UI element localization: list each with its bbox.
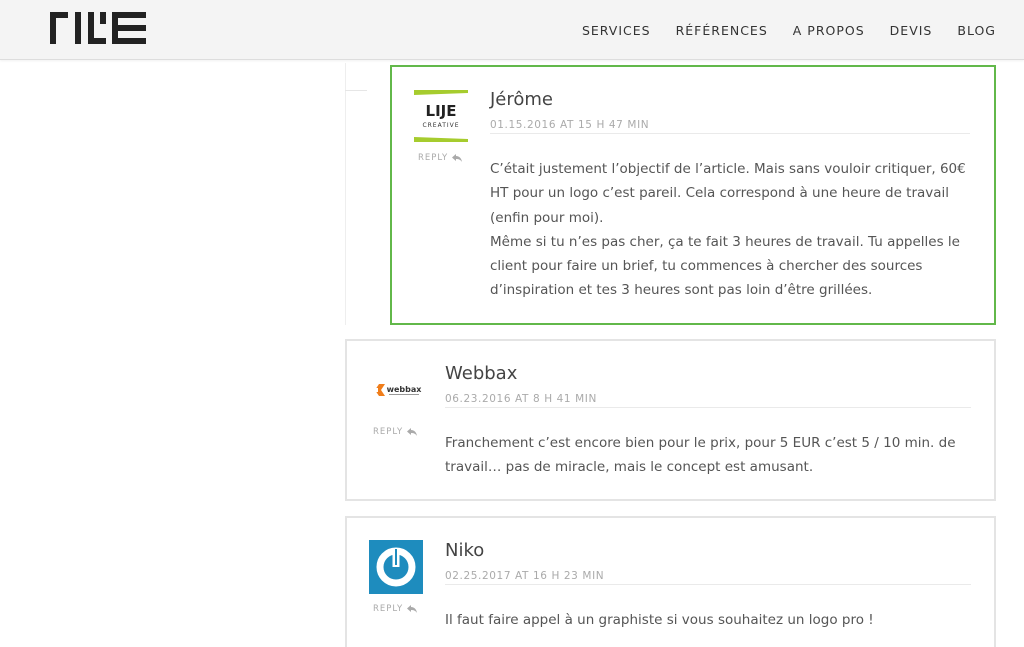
nav-item-devis[interactable]: DEVIS [890,23,933,38]
reply-link[interactable]: REPLY [418,153,463,163]
lije-creative-avatar-icon: LIJE CREATIVE [414,89,468,143]
site-header: SERVICES RÉFÉRENCES A PROPOS DEVIS BLOG [0,0,1024,60]
comment-line: Franchement c’est encore bien pour le pr… [445,435,956,451]
nav-item-references[interactable]: RÉFÉRENCES [676,23,768,38]
comment-divider [490,133,970,134]
comment-divider [445,407,971,408]
reply-label: REPLY [373,427,404,437]
comment-line: HT pour un logo c’est pareil. Cela corre… [490,185,950,202]
thread-connector [345,90,367,91]
comment-author: Webbax [445,363,518,384]
comment-webbax: webbax REPLY Webbax 06.23.2016 AT 8 H 41… [345,339,996,501]
comment-line: client pour faire un brief, tu commences… [490,258,923,275]
reply-arrow-icon [407,428,418,436]
reply-link[interactable]: REPLY [373,604,418,614]
avatar-logo-text: webbax [387,385,423,394]
avatar: webbax [369,363,423,417]
avatar-logo-text: LIJE [426,102,457,120]
reply-arrow-icon [452,154,463,162]
thread-line [345,63,346,325]
comment-date[interactable]: 02.25.2017 AT 16 H 23 MIN [445,570,604,582]
comment-line: Même si tu n’es pas cher, ça te fait 3 h… [490,233,960,250]
avatar-logo-subtext: CREATIVE [422,122,459,129]
comment-date[interactable]: 06.23.2016 AT 8 H 41 MIN [445,393,597,405]
gravatar-icon [369,540,423,594]
nav-item-a-propos[interactable]: A PROPOS [793,23,865,38]
avatar: LIJE CREATIVE [414,89,468,143]
comment-line: C’était justement l’objectif de l’articl… [490,161,966,177]
main-nav: SERVICES RÉFÉRENCES A PROPOS DEVIS BLOG [557,0,996,60]
nav-item-services[interactable]: SERVICES [582,23,651,38]
comment-author: Niko [445,540,485,561]
comment-line: (enfin pour moi). [490,209,604,226]
webbax-avatar-icon: webbax [369,363,423,417]
comment-jerome: LIJE CREATIVE REPLY Jérôme 01.15.2016 AT… [390,65,996,325]
comment-divider [445,584,971,585]
lije-logo[interactable] [50,10,146,46]
reply-label: REPLY [373,604,404,614]
comment-line: d’inspiration et tes 3 heures sont pas l… [490,282,873,299]
comment-niko: REPLY Niko 02.25.2017 AT 16 H 23 MIN Il … [345,516,996,647]
comment-body: Il faut faire appel à un graphiste si vo… [445,608,985,632]
reply-link[interactable]: REPLY [373,427,418,437]
comment-line: travail… pas de miracle, mais le concept… [445,459,814,476]
comment-line: Il faut faire appel à un graphiste si vo… [445,612,874,628]
comment-body: C’était justement l’objectif de l’articl… [490,157,980,303]
comment-author: Jérôme [490,89,554,110]
reply-label: REPLY [418,153,449,163]
comment-date[interactable]: 01.15.2016 AT 15 H 47 MIN [490,119,649,131]
avatar [369,540,423,594]
reply-arrow-icon [407,605,418,613]
comment-body: Franchement c’est encore bien pour le pr… [445,431,985,480]
nav-item-blog[interactable]: BLOG [957,23,996,38]
